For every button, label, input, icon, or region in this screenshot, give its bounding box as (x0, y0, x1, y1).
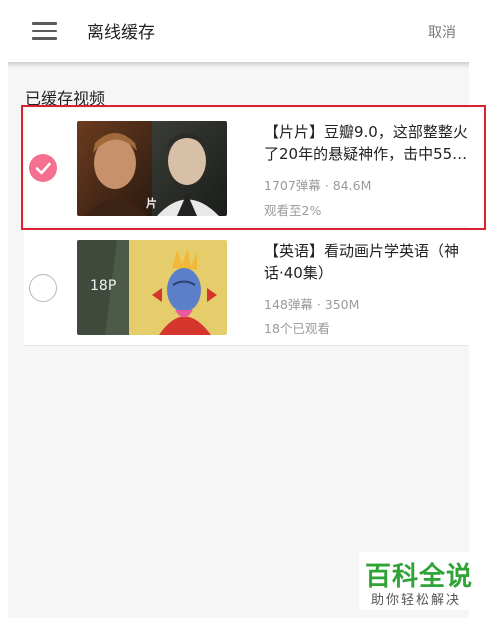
divider (24, 345, 469, 346)
page-title: 离线缓存 (87, 23, 155, 43)
header-shadow (8, 62, 469, 68)
watch-progress: 观看至2% (264, 203, 322, 218)
watch-progress: 18个已观看 (264, 321, 330, 336)
video-thumbnail[interactable]: 18P (77, 240, 227, 335)
top-app-bar: 离线缓存 取消 (0, 0, 489, 62)
video-thumbnail[interactable]: 片 (77, 121, 227, 216)
watermark-title: 百科全说 (365, 562, 474, 592)
video-title[interactable]: 【英语】看动画片学英语（神 话·40集） (264, 240, 486, 284)
episode-count-badge: 18P (90, 278, 117, 294)
selected-check-icon[interactable] (29, 154, 57, 182)
section-title: 已缓存视频 (25, 89, 106, 108)
watermark-logo: 百科全说 助你轻松解决 (359, 552, 473, 610)
cached-video-item[interactable]: 18P 【英语】看动画片学英语（神 话·40集） 148弹幕 · 350M 18… (24, 228, 469, 346)
unselected-check-icon[interactable] (29, 274, 57, 302)
cached-video-item[interactable]: 片 【片片】豆瓣9.0，这部整整火 了20年的悬疑神作，击中55… 1707弹幕… (24, 108, 469, 226)
danmaku-size-info: 1707弹幕 · 84.6M (264, 178, 372, 193)
cancel-button[interactable]: 取消 (428, 22, 456, 42)
hamburger-menu-icon[interactable] (32, 22, 57, 40)
svg-text:片: 片 (146, 196, 157, 210)
danmaku-size-info: 148弹幕 · 350M (264, 297, 360, 312)
watermark-subtitle: 助你轻松解决 (371, 593, 462, 608)
video-title[interactable]: 【片片】豆瓣9.0，这部整整火 了20年的悬疑神作，击中55… (264, 121, 486, 165)
